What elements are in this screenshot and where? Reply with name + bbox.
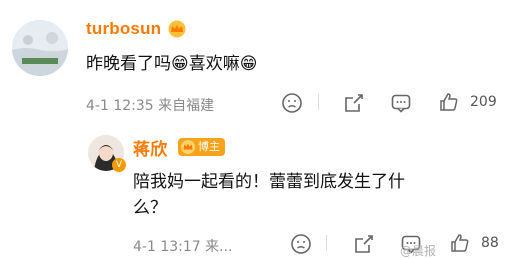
- reply-text-line1: 陪我妈一起看的！蕾蕾到底发生了什: [133, 172, 405, 192]
- like-count: 209: [470, 94, 497, 110]
- divider: [326, 235, 327, 251]
- verified-icon: V: [112, 158, 126, 172]
- comment-text: 昨晚看了吗😁喜欢嘛😁: [86, 54, 258, 74]
- share-icon[interactable]: [353, 233, 375, 255]
- reply-text-line2: 么？: [133, 198, 167, 218]
- comment-meta: 4-1 12:35 来自福建: [86, 98, 215, 114]
- reply-meta: 4-1 13:17 来...: [133, 239, 233, 255]
- like-count: 88: [481, 235, 499, 251]
- blogger-tag: 博主: [178, 138, 225, 156]
- commenter-avatar[interactable]: [12, 20, 68, 76]
- blogger-tag-label: 博主: [198, 140, 220, 153]
- crown-icon: [181, 140, 195, 154]
- watermark-text: @晨报: [399, 244, 436, 258]
- dislike-icon[interactable]: [290, 233, 312, 255]
- dislike-icon[interactable]: [281, 92, 303, 114]
- crown-icon: [168, 20, 186, 38]
- reply-username[interactable]: 蒋欣: [133, 135, 167, 160]
- comment-icon[interactable]: [390, 92, 412, 114]
- like-icon[interactable]: [449, 232, 471, 254]
- commenter-username[interactable]: turbosun: [86, 19, 161, 39]
- divider: [318, 94, 319, 110]
- like-icon[interactable]: [438, 91, 460, 113]
- share-icon[interactable]: [343, 92, 365, 114]
